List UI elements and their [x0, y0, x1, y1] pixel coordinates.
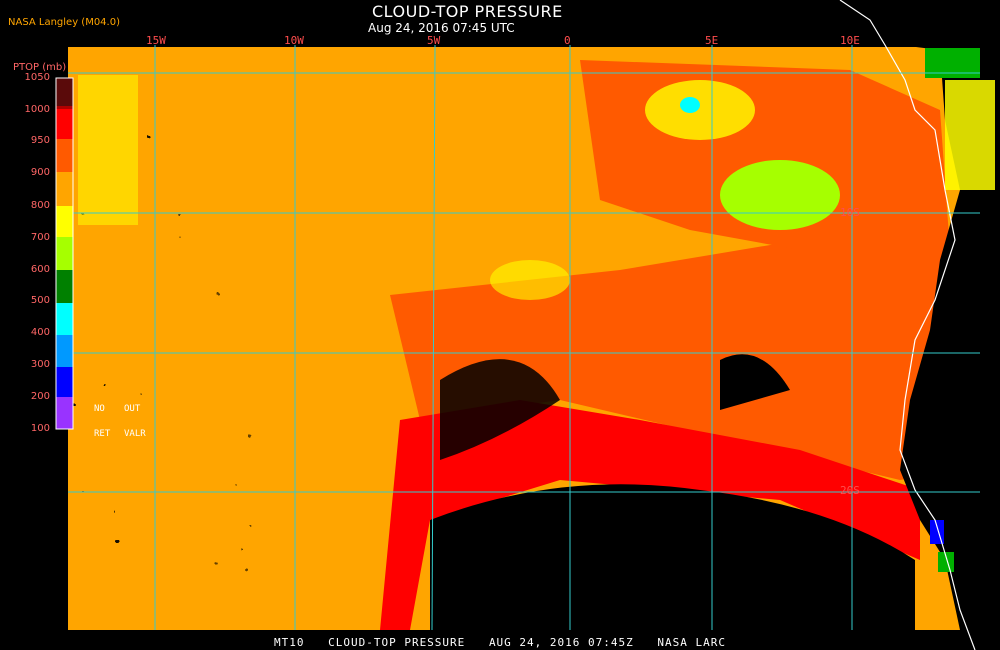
legend-tick: 900: [30, 167, 50, 178]
legend-swatch-1050: [56, 78, 73, 106]
cloud-yellow-patch-c: [490, 260, 570, 300]
legend-tick: 500: [30, 295, 50, 306]
lat-label: 20S: [840, 484, 860, 497]
lon-label: 5W: [427, 34, 441, 47]
footer-org: NASA LARC: [657, 636, 727, 649]
map-title: CLOUD-TOP PRESSURE: [372, 2, 563, 21]
legend-tick: 200: [30, 391, 50, 402]
map-timestamp: Aug 24, 2016 07:45 UTC: [368, 21, 515, 35]
legend-tick: 400: [30, 327, 50, 338]
legend-swatch-200: [56, 367, 73, 397]
lon-label: 15W: [146, 34, 166, 47]
legend-swatch-600: [56, 237, 73, 270]
legend-swatch-400: [56, 303, 73, 335]
legend-swatch-950: [56, 109, 73, 139]
legend-swatch-700: [56, 206, 73, 237]
land-cloud-yellow: [945, 80, 995, 190]
product-credit: NASA Langley (M04.0): [8, 17, 120, 28]
legend-tick: 600: [30, 264, 50, 275]
cloud-yellow-west: [78, 75, 138, 225]
map-image: [68, 0, 1000, 650]
lon-label: 0: [564, 34, 571, 47]
legend-tick: 950: [30, 135, 50, 146]
land-cloud-blue: [930, 520, 944, 544]
legend-colorbar: [55, 77, 74, 430]
lon-label: 10E: [840, 34, 860, 47]
footer-code: MT10: [273, 636, 305, 649]
lon-label: 10W: [284, 34, 304, 47]
cloud-green-patch: [720, 160, 840, 230]
legend-tick: 100: [30, 423, 50, 434]
legend-tick: 1000: [24, 104, 50, 115]
legend-swatch-800: [56, 172, 73, 206]
lat-label: 10S: [840, 206, 860, 219]
cloud-gaps-southwest: [150, 200, 260, 630]
legend-note-ret: RET: [94, 429, 111, 439]
lon-label: 5E: [705, 34, 719, 47]
legend-swatch-1000: [56, 106, 73, 109]
legend-tick: 700: [30, 232, 50, 243]
legend-swatch-500: [56, 270, 73, 303]
legend-note-out: OUT: [124, 404, 141, 414]
cloud-cyan-patch: [680, 97, 700, 113]
footer-caption: MT10 CLOUD-TOP PRESSURE AUG 24, 2016 07:…: [0, 636, 1000, 650]
legend-tick: 800: [30, 200, 50, 211]
footer-timestamp: AUG 24, 2016 07:45Z: [488, 636, 634, 649]
cloud-yellow-patch-ne: [645, 80, 755, 140]
footer-product: CLOUD-TOP PRESSURE: [328, 636, 466, 649]
legend-swatch-900: [56, 139, 73, 172]
legend-tick: 300: [30, 359, 50, 370]
legend-tick: 1050: [24, 72, 50, 83]
legend-note-valr: VALR: [124, 429, 146, 439]
legend-swatch-100: [56, 397, 73, 429]
cloud-top-pressure-map: [55, 0, 1000, 650]
legend-swatch-300: [56, 335, 73, 367]
legend-note-no: NO: [94, 404, 105, 414]
